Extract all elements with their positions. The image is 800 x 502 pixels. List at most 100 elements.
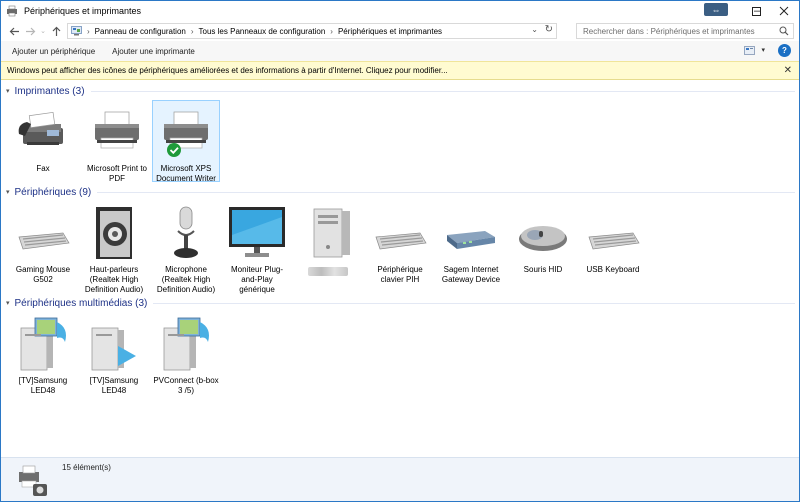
group-title-devices: Périphériques (9) <box>14 186 92 198</box>
device-item-gaming-mouse[interactable]: Gaming Mouse G502 <box>9 205 77 285</box>
monitor-icon <box>229 207 285 257</box>
forward-arrow-icon <box>25 27 35 35</box>
add-printer-button[interactable]: Ajouter une imprimante <box>112 47 195 56</box>
speaker-icon <box>96 207 132 259</box>
group-title-multimedia: Périphériques multimédias (3) <box>14 297 148 309</box>
refresh-icon[interactable]: ↻ <box>545 24 553 35</box>
breadcrumb-separator-icon: › <box>190 26 194 36</box>
keyboard-icon <box>375 232 427 250</box>
recent-locations-button[interactable]: ⌄ <box>38 23 48 39</box>
address-bar[interactable]: › Panneau de configuration › Tous les Pa… <box>67 23 557 39</box>
close-icon <box>779 6 789 16</box>
device-label: Périphérique clavier PIH <box>377 265 423 284</box>
group-divider <box>97 191 795 193</box>
device-item-computer[interactable] <box>294 205 362 279</box>
device-label: [TV]Samsung LED48 <box>18 376 68 395</box>
info-bar[interactable]: Windows peut afficher des icônes de péri… <box>1 61 799 80</box>
breadcrumb-separator-icon: › <box>87 26 90 36</box>
device-item-samsung-tv-1[interactable]: [TV]Samsung LED48 <box>9 316 77 396</box>
group-header-multimedia[interactable]: ▾ Périphériques multimédias (3) <box>1 296 799 310</box>
device-item-pvconnect[interactable]: PVConnect (b-box 3 /5) <box>152 316 220 396</box>
add-device-button[interactable]: Ajouter un périphérique <box>12 47 95 56</box>
back-arrow-icon <box>9 27 19 35</box>
up-button[interactable] <box>48 23 64 39</box>
search-icon <box>779 26 789 36</box>
device-label: Sagem Internet Gateway Device <box>441 265 501 284</box>
device-item-microphone[interactable]: Microphone (Realtek High Definition Audi… <box>152 205 220 295</box>
help-button[interactable]: ? <box>778 44 791 57</box>
window-title: Périphériques et imprimantes <box>24 6 142 16</box>
device-item-speakers[interactable]: Haut-parleurs (Realtek High Definition A… <box>80 205 148 295</box>
device-item-xps-writer[interactable]: Microsoft XPS Document Writer <box>152 100 220 183</box>
device-label: Microsoft XPS Document Writer <box>156 164 216 183</box>
breadcrumb-all-control-panels[interactable]: Tous les Panneaux de configuration <box>199 27 326 36</box>
keyboard-icon <box>588 232 640 250</box>
media-server-icon <box>163 317 209 371</box>
microphone-icon <box>174 206 198 258</box>
maximize-icon <box>751 6 761 16</box>
device-item-monitor[interactable]: Moniteur Plug-and-Play générique <box>223 205 291 295</box>
fax-icon <box>18 111 63 145</box>
breadcrumb-separator-icon: › <box>330 26 333 36</box>
device-item-gateway[interactable]: Sagem Internet Gateway Device <box>437 205 505 285</box>
breadcrumb-devices-printers[interactable]: Périphériques et imprimantes <box>338 27 442 36</box>
maximize-button[interactable] <box>738 1 774 21</box>
close-infobar-icon[interactable]: ✕ <box>784 65 792 76</box>
device-label: Microsoft Print to PDF <box>86 164 147 183</box>
device-label-blurred <box>294 265 362 279</box>
blurred-name <box>308 267 348 276</box>
mouse-icon <box>519 226 567 251</box>
device-label: PVConnect (b-box 3 /5) <box>153 376 219 395</box>
collapse-chevron-icon[interactable]: ▾ <box>6 87 10 95</box>
view-dropdown-icon[interactable]: ▾ <box>761 46 765 54</box>
media-renderer-icon <box>91 327 136 371</box>
group-header-devices[interactable]: ▾ Périphériques (9) <box>1 185 799 199</box>
back-button[interactable] <box>6 23 22 39</box>
device-label: Souris HID <box>523 265 563 274</box>
chevron-down-icon: ⌄ <box>40 28 46 35</box>
media-server-icon <box>20 317 66 371</box>
info-bar-message[interactable]: Windows peut afficher des icônes de péri… <box>7 66 448 75</box>
control-panel-icon <box>71 26 82 36</box>
device-item-keyboard-pih[interactable]: Périphérique clavier PIH <box>366 205 434 285</box>
devices-app-icon <box>7 5 17 17</box>
device-label: Haut-parleurs (Realtek High Definition A… <box>84 265 144 294</box>
group-divider <box>90 90 795 92</box>
device-list: ▾ Imprimantes (3) Fax Microsoft Print to… <box>1 80 799 457</box>
computer-tower-icon <box>313 208 350 258</box>
device-item-samsung-tv-2[interactable]: [TV]Samsung LED48 <box>80 316 148 396</box>
search-placeholder: Rechercher dans : Périphériques et impri… <box>583 26 755 36</box>
device-label: [TV]Samsung LED48 <box>89 376 139 395</box>
up-arrow-icon <box>52 26 60 36</box>
device-item-usb-keyboard[interactable]: USB Keyboard <box>579 205 647 275</box>
search-input[interactable]: Rechercher dans : Périphériques et impri… <box>576 23 794 39</box>
breadcrumb-control-panel[interactable]: Panneau de configuration <box>95 27 186 36</box>
device-item-print-to-pdf[interactable]: Microsoft Print to PDF <box>83 104 151 184</box>
collapse-chevron-icon[interactable]: ▾ <box>6 188 10 196</box>
collapse-chevron-icon[interactable]: ▾ <box>6 299 10 307</box>
device-label: Moniteur Plug-and-Play générique <box>230 265 284 294</box>
command-bar: Ajouter un périphérique Ajouter une impr… <box>1 41 799 61</box>
status-bar: 15 élément(s) <box>1 457 799 501</box>
group-header-printers[interactable]: ▾ Imprimantes (3) <box>1 84 799 98</box>
title-bar: Périphériques et imprimantes <box>1 1 799 21</box>
devices-printers-status-icon <box>19 465 47 496</box>
device-label: Fax <box>36 164 50 173</box>
group-divider <box>153 302 795 304</box>
device-item-hid-mouse[interactable]: Souris HID <box>509 205 577 275</box>
forward-button[interactable] <box>22 23 38 39</box>
router-icon <box>447 231 495 249</box>
printer-icon <box>95 111 139 149</box>
swap-icon[interactable]: ⇔ <box>704 3 728 16</box>
device-label: USB Keyboard <box>586 265 640 274</box>
item-count: 15 élément(s) <box>62 463 111 472</box>
close-window-button[interactable] <box>771 1 797 21</box>
address-dropdown-icon[interactable]: ⌄ <box>531 25 538 34</box>
view-options-icon[interactable] <box>744 46 755 55</box>
device-label: Microphone (Realtek High Definition Audi… <box>156 265 216 294</box>
printer-default-icon <box>164 111 208 157</box>
group-title-printers: Imprimantes (3) <box>14 85 85 97</box>
device-item-fax[interactable]: Fax <box>9 104 77 174</box>
devices-printers-window: Périphériques et imprimantes ⇔ – ⌄ › Pan… <box>0 0 800 502</box>
device-label: Gaming Mouse G502 <box>15 265 71 284</box>
